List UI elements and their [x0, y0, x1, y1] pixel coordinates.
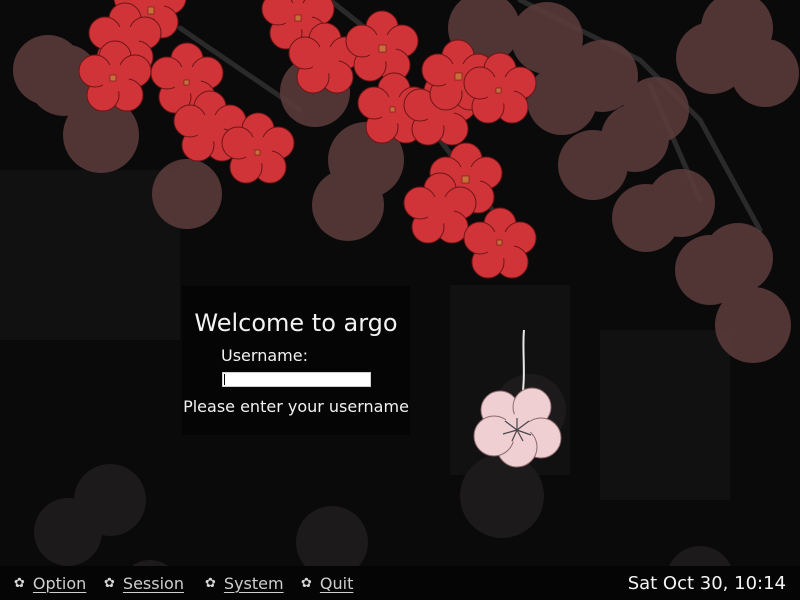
- option-menu-button[interactable]: ✿ Option: [14, 566, 86, 600]
- welcome-title: Welcome to argo: [194, 309, 398, 337]
- quit-menu-label: Quit: [319, 573, 354, 593]
- clock: Sat Oct 30, 10:14: [627, 572, 786, 594]
- username-label: Username:: [221, 346, 308, 365]
- gear-icon: ✿: [14, 575, 25, 591]
- system-menu-label: System: [223, 573, 284, 593]
- session-menu-label: Session: [122, 573, 184, 593]
- gear-icon: ✿: [205, 575, 216, 591]
- bottom-bar: ✿ Option ✿ Session ✿ System ✿ Quit Sat O…: [0, 566, 800, 600]
- username-input[interactable]: [222, 372, 371, 387]
- system-menu-button[interactable]: ✿ System: [205, 566, 284, 600]
- session-menu-button[interactable]: ✿ Session: [104, 566, 184, 600]
- username-hint: Please enter your username: [183, 397, 409, 416]
- gear-icon: ✿: [104, 575, 115, 591]
- quit-menu-button[interactable]: ✿ Quit: [301, 566, 353, 600]
- gear-icon: ✿: [301, 575, 312, 591]
- login-panel: Welcome to argo Username: Please enter y…: [182, 286, 410, 435]
- text-caret: [224, 374, 225, 385]
- option-menu-label: Option: [32, 573, 87, 593]
